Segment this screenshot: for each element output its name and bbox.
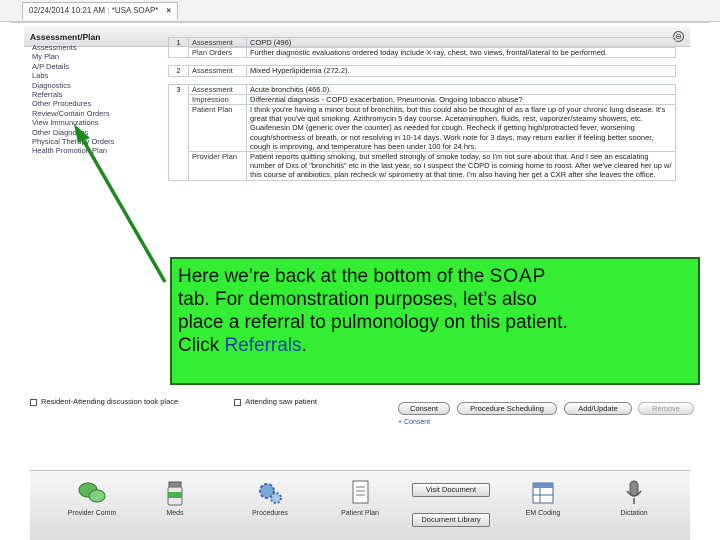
callout-line-3: place a referral to pulmonology on this … <box>178 312 568 333</box>
add-update-button[interactable]: Add/Update <box>564 402 632 415</box>
callout-text: . <box>301 335 307 356</box>
add-consent-link[interactable]: + Consent <box>398 419 430 426</box>
dock-label: Meds <box>166 510 184 517</box>
microphone-icon <box>626 480 642 504</box>
resident-attending-option[interactable]: Resident-Attending discussion took place <box>30 397 178 406</box>
dock-label: Patient Plan <box>341 510 379 517</box>
callout-text: Here we’re back at the bottom of the <box>178 266 490 287</box>
consent-button[interactable]: Consent <box>398 402 450 415</box>
attending-checkbox-row: Resident-Attending discussion took place… <box>30 397 371 406</box>
gears-icon <box>259 483 282 504</box>
dock-procedures[interactable]: Procedures <box>240 479 300 518</box>
checkbox-label: Resident-Attending discussion took place <box>41 397 179 406</box>
dock-meds[interactable]: Meds <box>145 479 205 518</box>
callout-referrals-link: Referrals <box>224 335 302 356</box>
callout-text: Click <box>178 335 225 356</box>
dock-provider-comm[interactable]: Provider Comm <box>62 479 122 518</box>
attending-saw-option[interactable]: Attending saw patient <box>234 397 317 406</box>
arrow-head-icon <box>74 124 90 143</box>
document-library-button[interactable]: Document Library <box>412 513 490 527</box>
chat-bubbles-icon <box>78 482 106 503</box>
arrow-shaft <box>80 137 167 283</box>
procedure-scheduling-button[interactable]: Procedure Scheduling <box>457 402 557 415</box>
dock-label: Provider Comm <box>67 510 117 517</box>
visit-document-button[interactable]: Visit Document <box>412 483 490 497</box>
callout-brand: SOAP <box>489 266 547 287</box>
resident-attending-checkbox[interactable] <box>30 398 37 406</box>
pill-bottle-icon <box>167 481 183 506</box>
dock-dictation[interactable]: Dictation <box>604 479 664 518</box>
remove-button[interactable]: Remove <box>638 402 694 415</box>
dock-label: Dictation <box>620 510 648 517</box>
callout-line-1: Here we’re back at the bottom of the SOA… <box>178 265 692 288</box>
callout-line-4: Click Referrals. <box>178 334 692 357</box>
checkbox-label: Attending saw patient <box>245 397 317 406</box>
dock-em-coding[interactable]: EM Coding <box>513 479 573 518</box>
tutorial-callout: Here we’re back at the bottom of the SOA… <box>170 257 700 385</box>
callout-line-2: tab. For demonstration purposes, let’s a… <box>178 289 537 310</box>
dock-label: EM Coding <box>525 510 561 517</box>
document-icon <box>352 480 369 504</box>
spreadsheet-icon <box>532 482 554 504</box>
dock-label: Procedures <box>252 510 288 517</box>
bottom-dock: Provider Comm Meds Procedures Patient Pl… <box>30 470 690 540</box>
dock-patient-plan[interactable]: Patient Plan <box>330 479 390 518</box>
attending-saw-checkbox[interactable] <box>234 398 242 406</box>
